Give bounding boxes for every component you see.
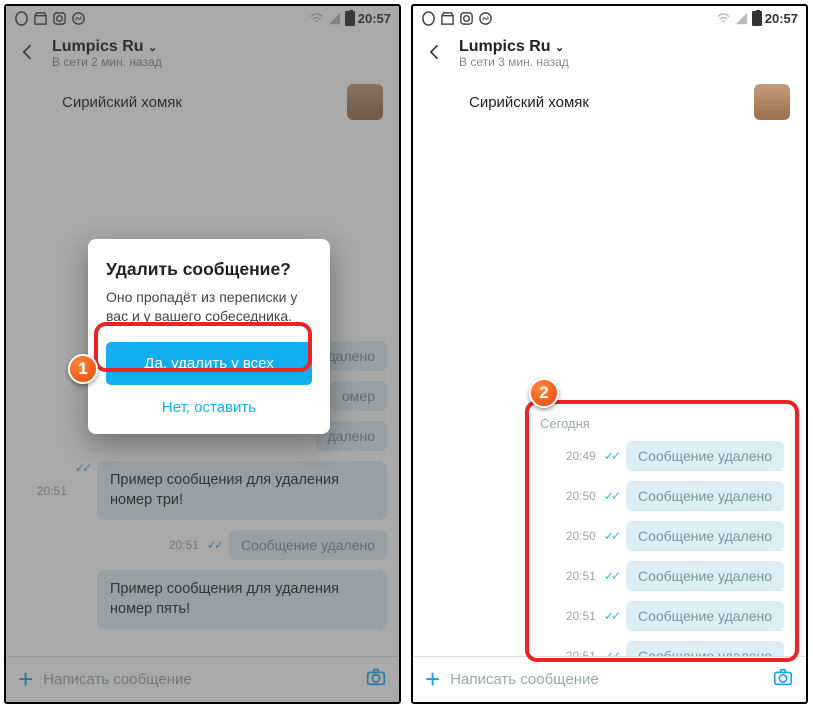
deleted-msg: Сообщение удалено [626,561,784,591]
wifi-icon [716,11,731,26]
callout-badge: 2 [529,378,559,408]
phone-right: 20:57 Lumpics Ru ⌄ В сети 3 мин. назад С… [411,4,808,704]
deleted-row: 20:51 ✓✓ Сообщение удалено [534,561,784,591]
read-icon: ✓✓ [604,569,618,583]
deleted-msg: Сообщение удалено [626,521,784,551]
signal-icon [734,11,749,26]
modal-body: Оно пропадёт из переписки у вас и у ваше… [106,288,312,326]
chat-header: Lumpics Ru ⌄ В сети 3 мин. назад [413,30,806,78]
day-label: Сегодня [540,416,778,431]
message-list: Сегодня 20:49 ✓✓ Сообщение удалено 20:50 ✓✓ С… [534,408,784,681]
read-icon: ✓✓ [604,449,618,463]
deleted-row: 20:51 ✓✓ Сообщение удалено [534,601,784,631]
msg-time: 20:51 [566,609,596,623]
read-icon: ✓✓ [604,529,618,543]
compose-bar: + Написать сообщение [413,656,806,702]
compose-input[interactable]: Написать сообщение [450,671,762,688]
delete-modal: Удалить сообщение? Оно пропадёт из переп… [88,239,330,434]
back-icon[interactable] [425,42,445,67]
chat-subtitle: В сети 3 мин. назад [459,56,569,70]
opera-icon [421,11,436,26]
status-bar: 20:57 [413,6,806,30]
deleted-msg: Сообщение удалено [626,601,784,631]
contact-name: Сирийский хомяк [469,94,589,111]
cancel-button[interactable]: Нет, оставить [106,385,312,420]
modal-title: Удалить сообщение? [106,259,312,280]
read-icon: ✓✓ [604,609,618,623]
camera-icon[interactable] [772,666,794,693]
deleted-row: 20:49 ✓✓ Сообщение удалено [534,441,784,471]
deleted-msg: Сообщение удалено [626,441,784,471]
chat-title[interactable]: Lumpics Ru ⌄ [459,38,569,56]
msg-time: 20:50 [566,489,596,503]
status-time: 20:57 [765,11,798,26]
deleted-row: 20:50 ✓✓ Сообщение удалено [534,481,784,511]
confirm-button[interactable]: Да, удалить у всех [106,342,312,385]
msg-time: 20:50 [566,529,596,543]
store-icon [440,11,455,26]
phone-left: 20:57 Lumpics Ru ⌄ В сети 2 мин. назад С… [4,4,401,704]
shazam-icon [478,11,493,26]
add-icon[interactable]: + [425,664,440,695]
deleted-row: 20:50 ✓✓ Сообщение удалено [534,521,784,551]
msg-time: 20:51 [566,569,596,583]
avatar[interactable] [754,84,790,120]
read-icon: ✓✓ [604,489,618,503]
msg-time: 20:49 [566,449,596,463]
contact-row: Сирийский хомяк [413,78,806,130]
instagram-icon [459,11,474,26]
deleted-msg: Сообщение удалено [626,481,784,511]
battery-icon [752,11,762,26]
